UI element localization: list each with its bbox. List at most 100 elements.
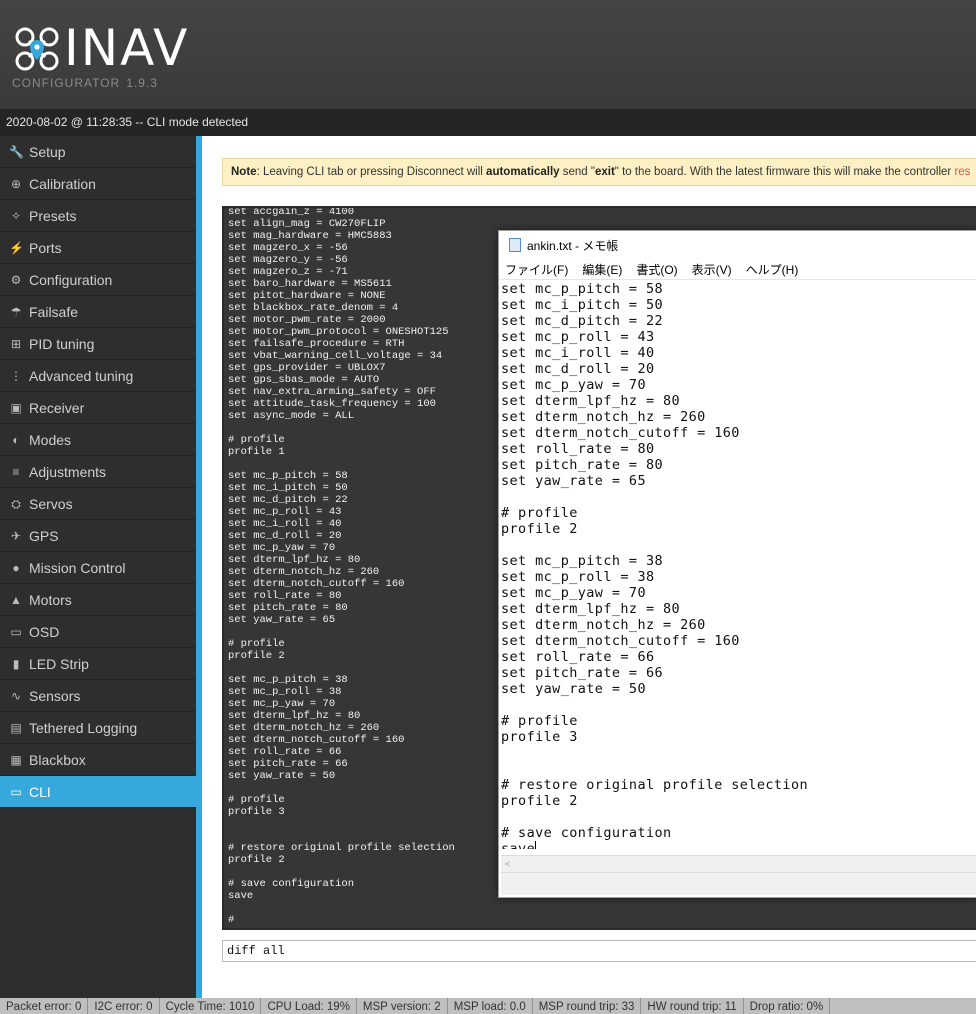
sidebar-item-label: Blackbox <box>29 751 86 768</box>
notepad-menu-help[interactable]: ヘルプ(H) <box>746 261 799 278</box>
note-text-2: send " <box>559 166 595 178</box>
cli-command-input[interactable] <box>222 940 976 962</box>
osd-icon: ▭ <box>10 624 22 639</box>
status-item: HW round trip: 11 <box>641 998 744 1014</box>
sidebar-item-failsafe[interactable]: ☂ Failsafe <box>0 296 196 328</box>
sidebar-item-label: Sensors <box>29 687 81 704</box>
servo-icon: ⛭ <box>11 496 21 511</box>
sidebar-item-led-strip[interactable]: ▮ LED Strip <box>0 648 196 680</box>
sidebar-item-label: Servos <box>29 495 73 512</box>
notepad-file-icon <box>509 238 521 252</box>
sidebar-item-label: Receiver <box>29 399 85 416</box>
map-pin-icon: ● <box>12 560 20 575</box>
status-item: MSP version: 2 <box>357 998 448 1014</box>
terminal-icon: ▭ <box>10 784 22 799</box>
status-item: MSP load: 0.0 <box>448 998 533 1014</box>
notepad-text-area[interactable]: set mc_p_pitch = 58 set mc_i_pitch = 50 … <box>501 281 976 849</box>
sidebar-item-ports[interactable]: ⚡ Ports <box>0 232 196 264</box>
scroll-left-arrow-icon[interactable]: < <box>505 859 510 869</box>
app-logo-name: INAV <box>64 19 190 77</box>
app-subtitle: CONFIGURATOR 1.9.3 <box>12 76 158 90</box>
notepad-menu-view[interactable]: 表示(V) <box>692 261 732 278</box>
tethered-log-icon: ▤ <box>10 720 22 735</box>
note-text-tail: res <box>954 166 971 178</box>
pulse-icon: ∿ <box>10 688 22 703</box>
sidebar-item-sensors[interactable]: ∿ Sensors <box>0 680 196 712</box>
gear-icon: ⚙ <box>10 272 22 287</box>
sidebar-item-label: LED Strip <box>29 655 89 672</box>
status-item: Drop ratio: 0% <box>744 998 831 1014</box>
parachute-icon: ☂ <box>10 304 22 319</box>
sidebar-item-calibration[interactable]: ⊕ Calibration <box>0 168 196 200</box>
sidebar-item-adjustments[interactable]: ≡ Adjustments <box>0 456 196 488</box>
sidebar-item-label: OSD <box>29 623 60 640</box>
sidebar-item-pid-tuning[interactable]: ⊞ PID tuning <box>0 328 196 360</box>
status-item: Packet error: 0 <box>0 998 89 1014</box>
note-bold-automatically: automatically <box>486 166 560 178</box>
sidebar-item-presets[interactable]: ✧ Presets <box>0 200 196 232</box>
sidebar-item-label: Setup <box>29 143 66 160</box>
note-text-3: " to the board. With the latest firmware… <box>614 166 955 178</box>
sidebar-item-setup[interactable]: 🔧 Setup <box>0 136 196 168</box>
satellite-icon: ✈ <box>10 528 22 543</box>
magic-wand-icon: ✧ <box>10 208 22 223</box>
sidebar-item-tethered-logging[interactable]: ▤ Tethered Logging <box>0 712 196 744</box>
sidebar-item-label: Ports <box>29 239 62 256</box>
sidebar-item-label: Adjustments <box>29 463 107 480</box>
plug-icon: ⚡ <box>9 240 24 255</box>
quadcopter-logo-icon <box>15 27 59 71</box>
notepad-menu-file[interactable]: ファイル(F) <box>505 261 568 278</box>
sidebar-item-servos[interactable]: ⛭ Servos <box>0 488 196 520</box>
sliders-icon: ≡ <box>12 464 20 479</box>
sidebar-item-mission-control[interactable]: ● Mission Control <box>0 552 196 584</box>
sidebar-item-label: Calibration <box>29 175 96 192</box>
note-label: Note <box>231 166 257 178</box>
status-item: CPU Load: 19% <box>261 998 357 1014</box>
advanced-tuning-icon: ⋮ <box>10 368 22 383</box>
text-caret <box>535 841 537 849</box>
sidebar-item-label: Motors <box>29 591 72 608</box>
sidebar-item-label: GPS <box>29 527 59 544</box>
receiver-icon: ▣ <box>10 400 22 415</box>
notepad-window[interactable]: ankin.txt - メモ帳 ファイル(F) 編集(E) 書式(O) 表示(V… <box>498 230 976 898</box>
sidebar-item-gps[interactable]: ✈ GPS <box>0 520 196 552</box>
notepad-titlebar[interactable]: ankin.txt - メモ帳 <box>499 231 976 259</box>
toggle-switch-icon: ◐ <box>12 432 20 447</box>
status-item: MSP round trip: 33 <box>533 998 642 1014</box>
status-item: I2C error: 0 <box>88 998 160 1014</box>
notepad-menubar: ファイル(F) 編集(E) 書式(O) 表示(V) ヘルプ(H) <box>499 259 976 280</box>
notepad-status-bar <box>501 872 976 895</box>
log-bar: 2020-08-02 @ 11:28:35 -- CLI mode detect… <box>0 109 976 136</box>
sidebar-item-motors[interactable]: ▲ Motors <box>0 584 196 616</box>
notepad-horizontal-scrollbar[interactable]: < <box>501 855 976 872</box>
sidebar-item-blackbox[interactable]: ▦ Blackbox <box>0 744 196 776</box>
sidebar-item-modes[interactable]: ◐ Modes <box>0 424 196 456</box>
app-header: INAV CONFIGURATOR 1.9.3 <box>0 0 976 109</box>
status-item: Cycle Time: 1010 <box>160 998 262 1014</box>
cli-output-text: set accgain_z = 4100 set align_mag = CW2… <box>228 206 455 926</box>
sidebar-item-label: PID tuning <box>29 335 95 352</box>
sidebar-item-label: Advanced tuning <box>29 367 134 384</box>
sidebar-item-osd[interactable]: ▭ OSD <box>0 616 196 648</box>
sidebar-nav: 🔧 Setup ⊕ Calibration ✧ Presets ⚡ Ports ⚙ Configu… <box>0 136 196 998</box>
cli-note-banner: Note: Leaving CLI tab or pressing Discon… <box>222 158 976 186</box>
sidebar-item-advanced-tuning[interactable]: ⋮ Advanced tuning <box>0 360 196 392</box>
sidebar-item-label: Tethered Logging <box>29 719 138 736</box>
sidebar-item-label: Configuration <box>29 271 113 288</box>
status-bar: Packet error: 0 I2C error: 0 Cycle Time: 1… <box>0 998 976 1014</box>
sidebar-item-cli[interactable]: ▭ CLI <box>0 776 196 808</box>
notepad-menu-format[interactable]: 書式(O) <box>636 261 677 278</box>
notepad-title: ankin.txt - メモ帳 <box>527 238 619 253</box>
sidebar-item-label: Mission Control <box>29 559 126 576</box>
notepad-menu-edit[interactable]: 編集(E) <box>582 261 622 278</box>
app-subtitle-text: CONFIGURATOR <box>12 76 121 90</box>
sidebar-item-label: Failsafe <box>29 303 79 320</box>
sidebar-item-receiver[interactable]: ▣ Receiver <box>0 392 196 424</box>
wrench-icon: 🔧 <box>9 144 24 159</box>
sidebar-item-configuration[interactable]: ⚙ Configuration <box>0 264 196 296</box>
blackbox-icon: ▦ <box>10 752 22 767</box>
note-text-1: : Leaving CLI tab or pressing Disconnect… <box>256 166 487 178</box>
crosshair-icon: ⊕ <box>10 176 22 191</box>
motor-icon: ▲ <box>10 592 22 607</box>
led-icon: ▮ <box>12 656 20 671</box>
